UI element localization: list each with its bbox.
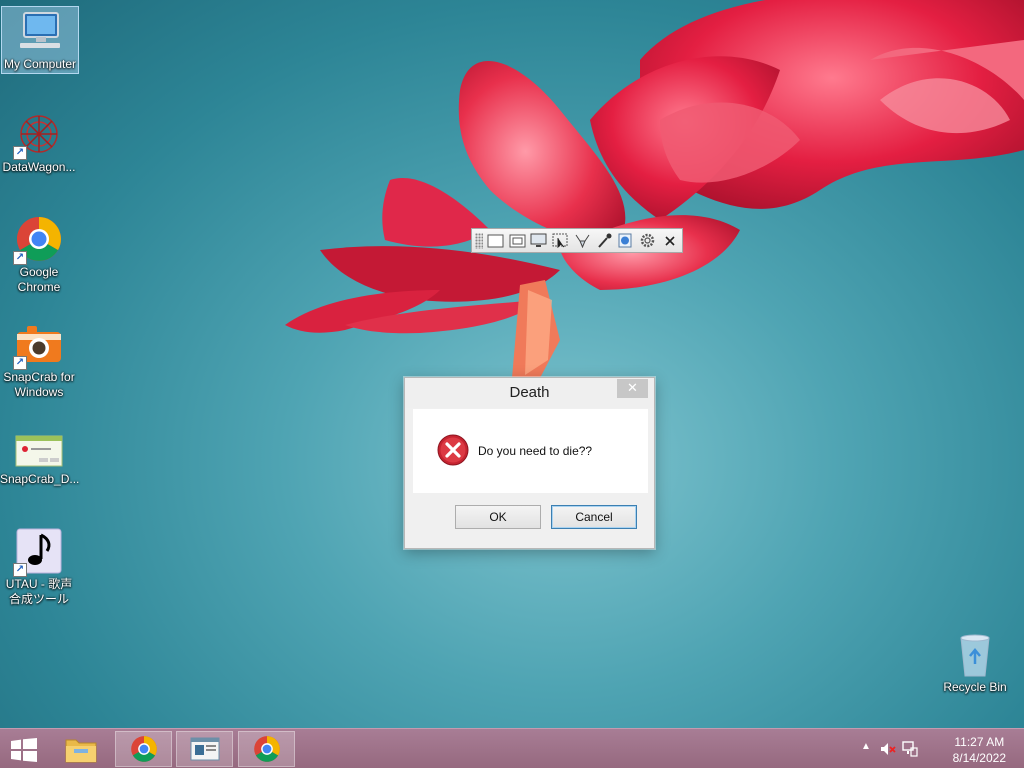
volume-muted-icon[interactable]	[880, 741, 896, 757]
gear-icon[interactable]	[638, 231, 657, 250]
window-thumbnail-icon	[15, 432, 63, 470]
dialog-button-bar: OK Cancel	[413, 493, 648, 543]
region-select-icon[interactable]	[551, 231, 570, 250]
clock-date: 8/14/2022	[952, 751, 1006, 765]
dialog-body: Do you need to die??	[413, 409, 648, 493]
desktop-icon-utau[interactable]: ↗ UTAU - 歌声合成ツール	[0, 527, 78, 607]
ok-button[interactable]: OK	[455, 505, 541, 529]
desktop-icon-label: UTAU - 歌声合成ツール	[5, 577, 73, 606]
show-hidden-icons-button[interactable]: ▲	[858, 741, 874, 757]
toolbar-grip[interactable]	[475, 232, 483, 249]
computer-icon	[16, 7, 64, 55]
camera-icon: ↗	[13, 320, 63, 370]
web-page-icon[interactable]	[573, 231, 592, 250]
taskbar: ▲ 11:27 AM 8/14/2022	[0, 728, 1024, 768]
app-window-icon[interactable]	[176, 731, 233, 767]
desktop-icon-my-computer[interactable]: My Computer	[1, 6, 79, 74]
desktop-icon-label: My Computer	[3, 57, 77, 71]
error-icon	[437, 434, 469, 469]
chrome-icon	[130, 736, 157, 762]
chrome-icon: ↗	[13, 215, 63, 265]
desktop-icon-label: SnapCrab_D...	[0, 472, 80, 486]
clock[interactable]: 11:27 AM 8/14/2022	[953, 734, 1006, 766]
shortcut-arrow-icon: ↗	[13, 251, 27, 265]
window-icon[interactable]	[508, 231, 527, 250]
desktop-icon-datawagon[interactable]: ↗ DataWagon...	[0, 110, 78, 175]
system-tray: ▲ 11:27 AM 8/14/2022	[854, 729, 1024, 768]
cancel-button[interactable]: Cancel	[551, 505, 637, 529]
desktop-icon-label: Google Chrome	[17, 265, 61, 294]
shortcut-arrow-icon: ↗	[13, 146, 27, 160]
desktop-icon-google-chrome[interactable]: ↗ Google Chrome	[0, 215, 78, 295]
desktop-icon-label: Recycle Bin	[943, 680, 1007, 694]
monitor-icon[interactable]	[529, 231, 548, 250]
message-dialog: Death ✕ Do you need to die?? OK Cancel	[404, 377, 655, 549]
dialog-message: Do you need to die??	[478, 444, 593, 458]
wallpaper-flower	[285, 0, 1024, 378]
chrome-icon	[253, 736, 280, 762]
clock-time: 11:27 AM	[954, 735, 1005, 749]
taskbar-chrome-button-2[interactable]	[238, 731, 295, 767]
file-explorer-icon[interactable]	[52, 731, 109, 767]
close-icon[interactable]	[660, 231, 679, 250]
dialog-close-button[interactable]: ✕	[617, 379, 648, 398]
globe-icon[interactable]	[617, 231, 636, 250]
shortcut-arrow-icon: ↗	[13, 356, 27, 370]
recycle-bin-icon	[951, 630, 999, 678]
datawagon-icon: ↗	[13, 110, 63, 160]
start-icon[interactable]	[10, 738, 38, 762]
snapcrab-toolbar	[471, 228, 683, 253]
network-icon[interactable]	[902, 741, 918, 757]
shortcut-arrow-icon: ↗	[13, 563, 27, 577]
full-screen-icon[interactable]	[486, 231, 505, 250]
music-note-icon: ↗	[13, 527, 63, 577]
desktop-icon-label: DataWagon...	[2, 160, 76, 174]
eyedropper-icon[interactable]	[595, 231, 614, 250]
desktop-icon-recycle-bin[interactable]: Recycle Bin	[936, 630, 1014, 695]
desktop-icon-snapcrab-d[interactable]: SnapCrab_D...	[0, 432, 80, 487]
desktop-icon-snapcrab[interactable]: ↗ SnapCrab for Windows	[0, 320, 78, 400]
desktop-icon-label: SnapCrab for Windows	[3, 370, 75, 399]
taskbar-chrome-button[interactable]	[115, 731, 172, 767]
